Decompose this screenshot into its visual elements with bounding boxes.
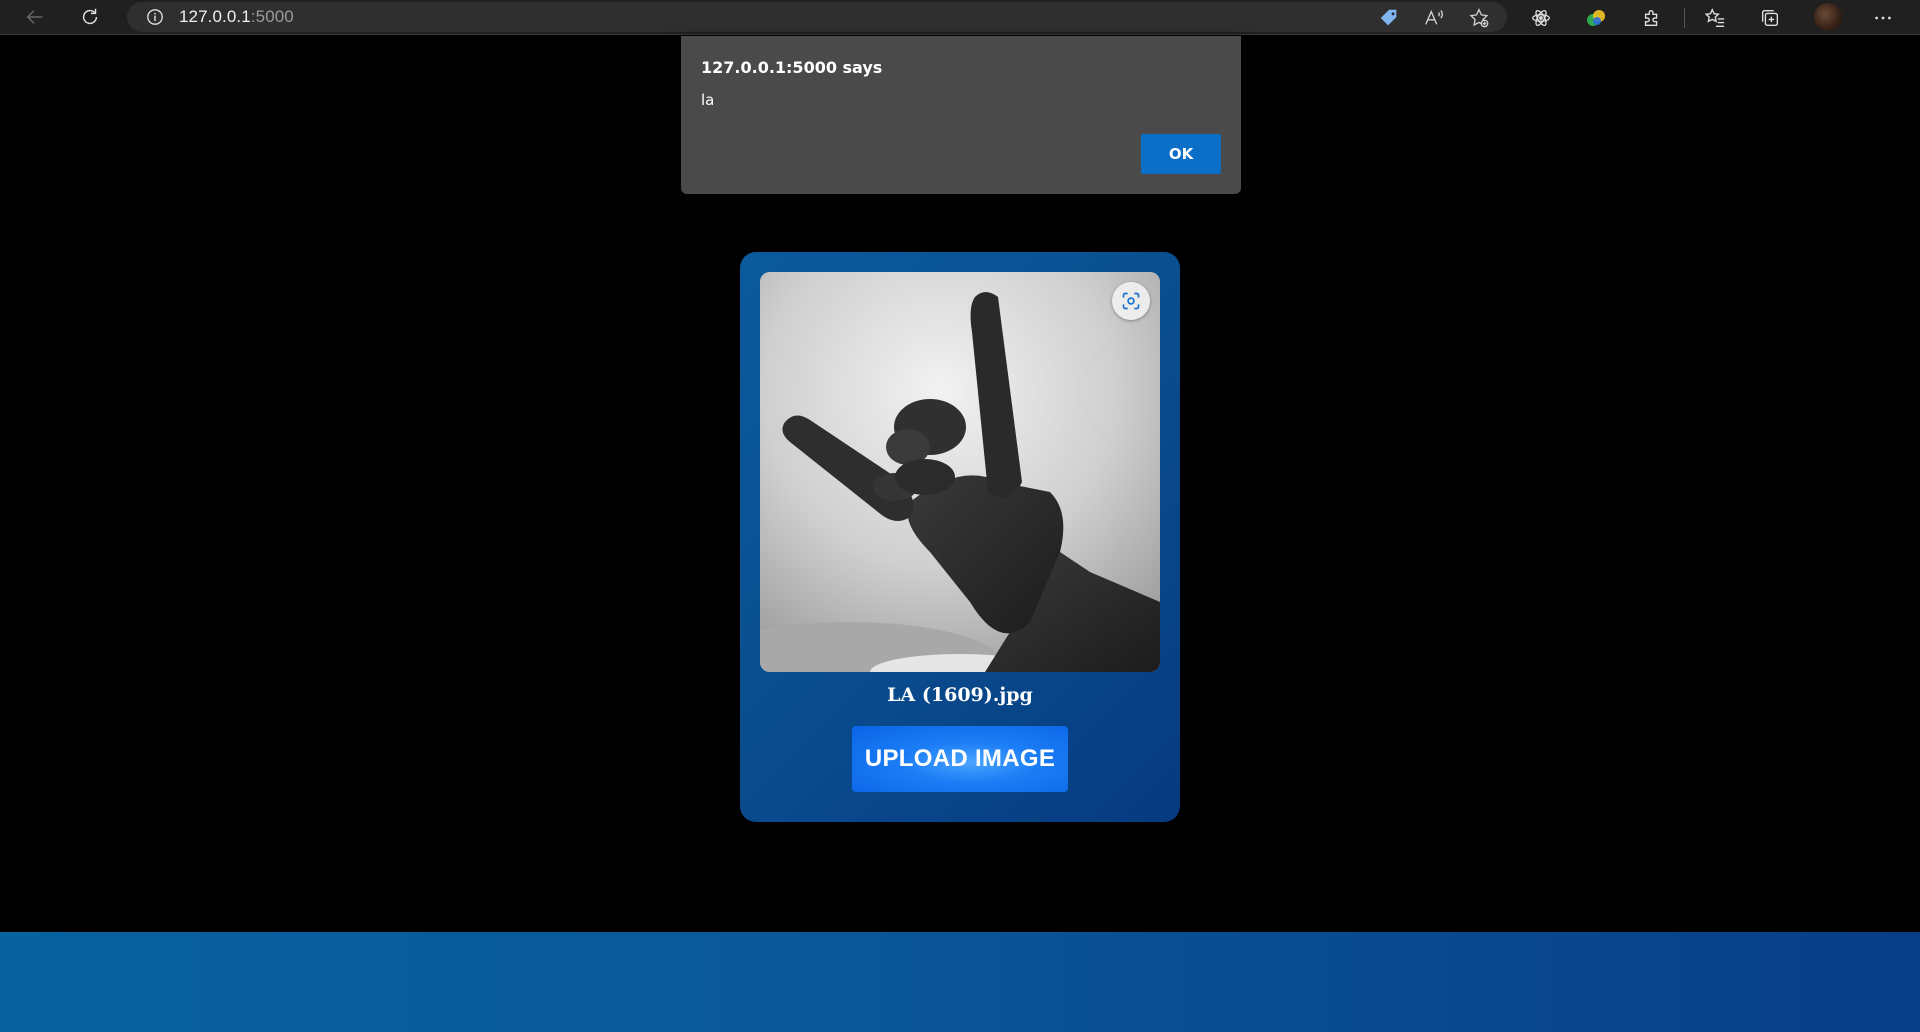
alert-ok-button[interactable]: OK xyxy=(1141,134,1221,174)
atom-extension-icon[interactable] xyxy=(1528,5,1554,31)
file-name: LA (1609).jpg xyxy=(887,684,1033,706)
collections-icon[interactable] xyxy=(1757,5,1783,31)
footer-band xyxy=(0,932,1920,1032)
upload-image-button[interactable]: UPLOAD IMAGE xyxy=(852,726,1068,792)
address-bar[interactable]: 127.0.0.1:5000 xyxy=(127,2,1507,32)
profile-avatar[interactable] xyxy=(1814,3,1842,31)
toolbar-divider xyxy=(1684,8,1685,28)
browser-toolbar: 127.0.0.1:5000 xyxy=(0,0,1920,35)
add-favorite-icon[interactable] xyxy=(1467,6,1491,30)
coupon-tag-icon[interactable] xyxy=(1377,6,1401,30)
alert-title: 127.0.0.1:5000 says xyxy=(701,58,883,77)
refresh-icon[interactable] xyxy=(73,0,107,34)
colorful-extension-icon[interactable] xyxy=(1583,5,1609,31)
favorites-list-icon[interactable] xyxy=(1702,5,1728,31)
site-info-icon[interactable] xyxy=(145,7,165,27)
image-preview xyxy=(760,272,1160,672)
upload-card: LA (1609).jpg UPLOAD IMAGE xyxy=(740,252,1180,822)
read-aloud-icon[interactable] xyxy=(1422,6,1446,30)
url-port: :5000 xyxy=(250,7,294,26)
url-text[interactable]: 127.0.0.1:5000 xyxy=(179,7,294,27)
alert-dialog: 127.0.0.1:5000 says la OK xyxy=(681,36,1241,194)
hand-sign-image xyxy=(760,272,1160,672)
more-options-icon[interactable] xyxy=(1870,5,1896,31)
back-icon[interactable] xyxy=(18,0,52,34)
extensions-puzzle-icon[interactable] xyxy=(1639,5,1665,31)
url-host: 127.0.0.1 xyxy=(179,7,251,26)
visual-search-icon[interactable] xyxy=(1112,282,1150,320)
alert-message: la xyxy=(701,91,715,109)
